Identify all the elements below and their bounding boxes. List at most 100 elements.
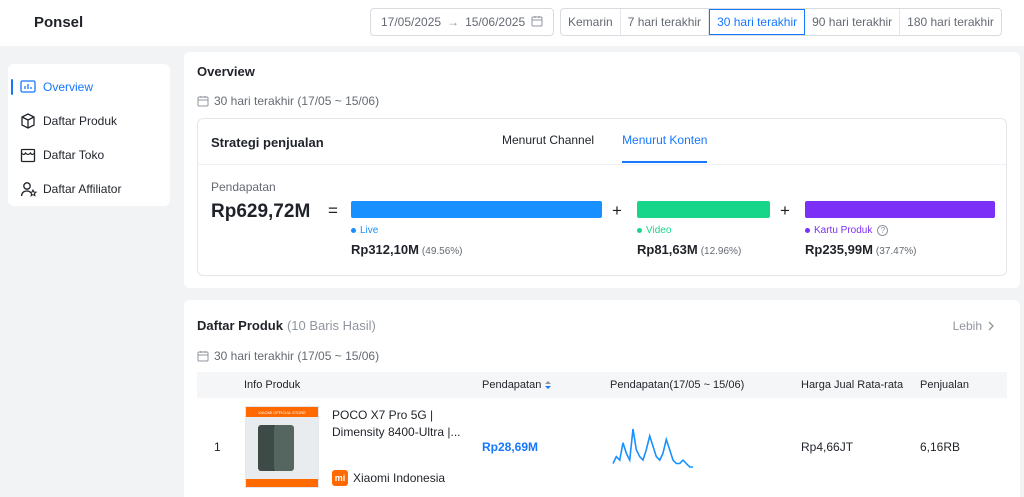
- sidebar-item-products[interactable]: Daftar Produk: [8, 104, 170, 138]
- overview-card: Overview 30 hari terakhir (17/05 ~ 15/06…: [184, 52, 1020, 288]
- equals-sign: =: [328, 201, 338, 220]
- shop-label: Xiaomi Indonesia: [353, 471, 446, 485]
- store-icon: [19, 146, 37, 164]
- segment-label: Kartu Produk: [814, 225, 873, 236]
- segment-name-product-card: Kartu Produk?: [805, 225, 995, 236]
- segment-bar-live: [351, 201, 602, 218]
- chevron-right-icon: [988, 321, 994, 331]
- segment-value: Rp312,10M: [351, 242, 419, 257]
- thumb-banner: XIAOMI OFFICIAL STORE: [246, 407, 318, 417]
- sidebar-item-overview[interactable]: Overview: [8, 70, 170, 104]
- strategy-tabs: Menurut Channel Menurut Konten: [502, 133, 735, 163]
- sidebar-item-label: Daftar Produk: [43, 114, 118, 128]
- col-revenue[interactable]: Pendapatan: [482, 379, 552, 391]
- segment-value-live: Rp312,10M (49.56%): [351, 242, 602, 257]
- row-avg-price: Rp4,66JT: [801, 440, 854, 454]
- more-link[interactable]: Lebih: [953, 319, 996, 333]
- segment-value: Rp235,99M: [805, 242, 873, 257]
- calendar-icon: [197, 96, 209, 107]
- overview-date-note: 30 hari terakhir (17/05 ~ 15/06): [197, 94, 379, 108]
- overview-title: Overview: [197, 64, 255, 79]
- help-icon[interactable]: ?: [877, 225, 889, 236]
- box-icon: [19, 112, 37, 130]
- period-30-days[interactable]: 30 hari terakhir: [709, 9, 806, 35]
- revenue-label: Pendapatan: [211, 180, 276, 194]
- thumb-strip: [246, 479, 318, 487]
- period-selector: Kemarin 7 hari terakhir 30 hari terakhir…: [560, 8, 1002, 36]
- segment-bar-video: [637, 201, 770, 218]
- result-count: (10 Baris Hasil): [286, 318, 376, 333]
- product-list-card: Daftar Produk (10 Baris Hasil) Lebih 30 h…: [184, 300, 1020, 497]
- row-sales: 6,16RB: [920, 440, 961, 454]
- divider: [198, 164, 1006, 165]
- plus-sign: +: [612, 201, 622, 220]
- segment-label: Video: [646, 225, 672, 236]
- segment-percent: (12.96%): [700, 246, 742, 257]
- col-revenue-label: Pendapatan: [482, 379, 542, 391]
- segment-percent: (49.56%): [421, 246, 463, 257]
- chart-icon: [19, 78, 37, 96]
- sort-icon[interactable]: [544, 380, 552, 390]
- col-product-info: Info Produk: [244, 379, 301, 391]
- dot-icon: [351, 228, 356, 233]
- sidebar-item-label: Daftar Toko: [43, 148, 105, 162]
- table-header: Info Produk Pendapatan Pendapatan(17/05 …: [197, 372, 1007, 398]
- revenue-sparkline: [610, 426, 696, 473]
- period-7-days[interactable]: 7 hari terakhir: [621, 9, 710, 35]
- segment-name-live: Live: [351, 225, 602, 236]
- product-thumbnail[interactable]: XIAOMI OFFICIAL STORE: [245, 406, 319, 488]
- date-note-text: 30 hari terakhir (17/05 ~ 15/06): [214, 349, 380, 363]
- segment-live: Live Rp312,10M (49.56%): [351, 201, 602, 257]
- strategy-title: Strategi penjualan: [211, 135, 324, 150]
- arrow-right-icon: →: [447, 15, 460, 29]
- sidebar-item-affiliators[interactable]: Daftar Affiliator: [8, 172, 170, 206]
- product-name[interactable]: POCO X7 Pro 5G | Dimensity 8400-Ultra |.…: [332, 407, 462, 441]
- date-end: 15/06/2025: [465, 15, 526, 29]
- calendar-icon: [197, 351, 209, 362]
- user-star-icon: [19, 180, 37, 198]
- sidebar: Overview Daftar Produk Daftar Toko Dafta…: [8, 64, 170, 206]
- revenue-total: Rp629,72M: [211, 201, 311, 222]
- segment-product-card: Kartu Produk? Rp235,99M (37.47%): [805, 201, 995, 257]
- period-180-days[interactable]: 180 hari terakhir: [900, 9, 1001, 35]
- row-revenue: Rp28,69M: [482, 440, 539, 454]
- product-date-note: 30 hari terakhir (17/05 ~ 15/06): [197, 349, 379, 363]
- dot-icon: [805, 228, 810, 233]
- col-avg-price: Harga Jual Rata-rata: [801, 379, 904, 391]
- table-row[interactable]: 1 XIAOMI OFFICIAL STORE POCO X7 Pro 5G |…: [197, 398, 1007, 497]
- sidebar-item-label: Overview: [43, 80, 94, 94]
- segment-value: Rp81,63M: [637, 242, 698, 257]
- more-label: Lebih: [952, 319, 982, 333]
- col-revenue-trend: Pendapatan(17/05 ~ 15/06): [610, 379, 745, 391]
- calendar-icon: [531, 15, 543, 30]
- date-start: 17/05/2025: [381, 15, 442, 29]
- page-title: Ponsel: [34, 14, 84, 31]
- top-header: Ponsel 17/05/2025 → 15/06/2025 Kemarin 7…: [0, 0, 1024, 46]
- dot-icon: [637, 228, 642, 233]
- date-range-picker[interactable]: 17/05/2025 → 15/06/2025: [370, 8, 554, 36]
- segment-value-video: Rp81,63M (12.96%): [637, 242, 770, 257]
- segment-name-video: Video: [637, 225, 770, 236]
- xiaomi-logo-icon: mi: [332, 470, 348, 486]
- shop-name[interactable]: mi Xiaomi Indonesia: [332, 470, 445, 486]
- sales-strategy-panel: Strategi penjualan Menurut Channel Menur…: [197, 118, 1007, 276]
- phone-image: [274, 425, 294, 471]
- segment-label: Live: [360, 225, 379, 236]
- period-90-days[interactable]: 90 hari terakhir: [805, 9, 901, 35]
- date-note-text: 30 hari terakhir (17/05 ~ 15/06): [214, 94, 380, 108]
- segment-video: Video Rp81,63M (12.96%): [637, 201, 770, 257]
- sparkline-line: [612, 428, 693, 468]
- period-yesterday[interactable]: Kemarin: [561, 9, 621, 35]
- plus-sign: +: [780, 201, 790, 220]
- product-list-title: Daftar Produk (10 Baris Hasil): [197, 318, 376, 333]
- segment-percent: (37.47%): [875, 246, 917, 257]
- product-list-heading: Daftar Produk: [197, 318, 283, 333]
- tab-by-content[interactable]: Menurut Konten: [622, 133, 708, 163]
- sparkline-chart: [612, 428, 693, 468]
- sidebar-item-stores[interactable]: Daftar Toko: [8, 138, 170, 172]
- tab-by-channel[interactable]: Menurut Channel: [502, 133, 594, 163]
- segment-bar-product-card: [805, 201, 995, 218]
- sidebar-item-label: Daftar Affiliator: [43, 182, 122, 196]
- row-rank: 1: [214, 440, 221, 454]
- col-sales: Penjualan: [920, 379, 969, 391]
